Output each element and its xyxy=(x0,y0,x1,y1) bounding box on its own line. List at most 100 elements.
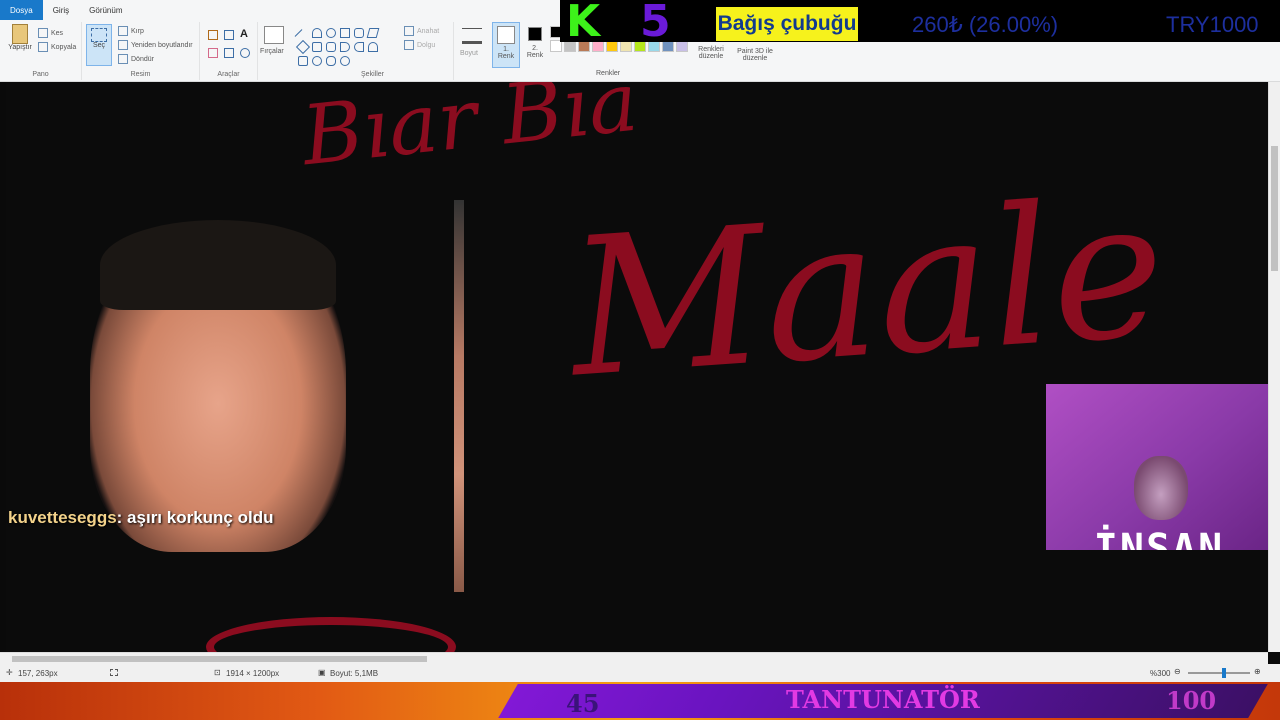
color2-number: 2. xyxy=(532,45,538,52)
pentagon-shape-icon[interactable] xyxy=(312,42,322,52)
arrow-right-shape-icon[interactable] xyxy=(340,42,350,52)
face-hair xyxy=(100,220,336,310)
webcam-label: İNSAN xyxy=(1093,526,1225,550)
heart-shape-icon[interactable] xyxy=(340,56,350,66)
edit-colors-label: Renkleri düzenle xyxy=(698,46,724,60)
drawing-canvas[interactable]: Bıar Bıa Maale xyxy=(6,82,1268,652)
webcam-overlay: İNSAN xyxy=(1046,384,1272,550)
star-shape-icon[interactable] xyxy=(298,56,308,66)
size-label: Boyut xyxy=(460,50,478,57)
hexagon-shape-icon[interactable] xyxy=(326,42,336,52)
zoom-slider-thumb[interactable] xyxy=(1222,668,1226,678)
copy-label: Kopyala xyxy=(51,43,77,51)
rounded-rect-shape-icon[interactable] xyxy=(354,28,364,38)
zoom-slider[interactable] xyxy=(1188,668,1250,678)
goal-target: 100 xyxy=(1166,686,1217,715)
scissors-icon xyxy=(38,28,48,38)
five-logo: 5 xyxy=(640,0,671,47)
copy-button[interactable]: Kopyala xyxy=(38,42,76,52)
size-button[interactable]: Boyut xyxy=(456,22,488,80)
colors-group-label: Renkler xyxy=(596,70,621,77)
partial-face-strip xyxy=(454,200,464,592)
tab-home[interactable]: Giriş xyxy=(43,0,79,20)
file-size: Boyut: 5,1MB xyxy=(330,669,379,678)
crop-button[interactable]: Kırp xyxy=(118,26,144,36)
callout-rect-shape-icon[interactable] xyxy=(326,56,336,66)
zoom-out-icon[interactable]: ⊖ xyxy=(1174,667,1181,676)
cut-label: Kes xyxy=(51,29,64,37)
select-label: Seç xyxy=(92,42,106,49)
polygon-shape-icon[interactable] xyxy=(366,28,380,38)
vertical-scroll-thumb[interactable] xyxy=(1271,146,1278,271)
diamond-shape-icon[interactable] xyxy=(295,39,311,55)
horizontal-scrollbar[interactable] xyxy=(0,652,1268,664)
resize-icon xyxy=(118,40,128,50)
outline-icon xyxy=(404,26,414,36)
shapes-group-label: Şekiller xyxy=(361,71,384,78)
cut-button[interactable]: Kes xyxy=(38,28,63,38)
brush-icon xyxy=(264,26,284,44)
fill-icon[interactable] xyxy=(224,30,234,40)
rotate-button[interactable]: Döndür xyxy=(118,54,154,64)
tab-file[interactable]: Dosya xyxy=(0,0,43,20)
curve-shape-icon[interactable] xyxy=(312,28,322,38)
stream-bottom-bar: 45 TANTUNATÖR 100 xyxy=(0,682,1280,720)
vertical-scrollbar[interactable] xyxy=(1268,82,1280,652)
status-bar: ✛ 157, 263px ⊡ 1914 × 1200px ▣ Boyut: 5,… xyxy=(0,664,1280,682)
callout-oval-shape-icon[interactable] xyxy=(312,56,322,66)
image-group-label: Resim xyxy=(130,71,151,78)
color1-swatch xyxy=(497,26,515,44)
fill-button[interactable]: Dolgu xyxy=(404,40,435,50)
clipboard-group-label: Pano xyxy=(32,71,49,78)
donation-bar-button[interactable]: Bağış çubuğu xyxy=(716,7,858,41)
select-icon xyxy=(91,28,107,42)
paste-button[interactable]: Yapıştır xyxy=(6,24,34,51)
resize-label: Yeniden boyutlandır xyxy=(131,41,193,49)
line-shape-icon[interactable] xyxy=(294,29,303,37)
tab-view[interactable]: Görünüm xyxy=(79,0,132,20)
zoom-in-icon[interactable]: ⊕ xyxy=(1254,667,1261,676)
select-button[interactable]: Seç xyxy=(86,24,112,66)
brushes-button[interactable]: Fırçalar xyxy=(258,22,290,80)
color2-button[interactable]: 2. Renk xyxy=(522,22,548,68)
color-picker-icon[interactable] xyxy=(224,48,234,58)
streamer-face xyxy=(1134,456,1188,520)
text-tool-icon[interactable]: A xyxy=(240,28,248,40)
image-dimensions: 1914 × 1200px xyxy=(226,669,280,678)
color1-label: Renk xyxy=(497,53,515,60)
resize-button[interactable]: Yeniden boyutlandır xyxy=(118,40,193,50)
chat-username: kuvetteseggs xyxy=(8,508,117,527)
group-clipboard: Yapıştır Kes Kopyala Pano xyxy=(0,22,82,80)
color2-swatch xyxy=(528,27,542,41)
paint3d-button[interactable]: Paint 3D ile düzenle xyxy=(732,48,778,62)
rotate-icon xyxy=(118,54,128,64)
magnifier-icon[interactable] xyxy=(240,48,250,58)
clipboard-icon xyxy=(12,24,28,44)
goal-current: 45 xyxy=(566,689,600,718)
cursor-position: 157, 263px xyxy=(18,669,58,678)
zoom-level: %300 xyxy=(1150,669,1171,678)
arrow-left-shape-icon[interactable] xyxy=(354,42,364,52)
outline-button[interactable]: Anahat xyxy=(404,26,439,36)
color1-button[interactable]: 1. Renk xyxy=(492,22,520,68)
chat-text: : aşırı korkunç oldu xyxy=(116,508,274,527)
pencil-icon[interactable] xyxy=(208,30,218,40)
group-tools: A Araçlar xyxy=(200,22,258,80)
copy-icon xyxy=(38,42,48,52)
rectangle-shape-icon[interactable] xyxy=(340,28,350,38)
brushes-label: Fırçalar xyxy=(260,48,284,55)
image-dimensions-icon: ⊡ xyxy=(214,668,221,677)
handwritten-text-1: Bıar Bıa xyxy=(297,82,643,185)
fill-bucket-icon xyxy=(404,40,414,50)
edit-colors-button[interactable]: Renkleri düzenle xyxy=(694,46,728,60)
arrow-up-shape-icon[interactable] xyxy=(368,42,378,52)
fill-label: Dolgu xyxy=(417,41,436,49)
stream-top-bar: K 5 Bağış çubuğu 260₺ (26.00%) TRY1000 xyxy=(560,0,1280,47)
horizontal-scroll-thumb[interactable] xyxy=(12,656,427,662)
k-logo: K xyxy=(566,0,601,47)
eraser-icon[interactable] xyxy=(208,48,218,58)
cursor-position-icon: ✛ xyxy=(6,668,13,677)
color2-label: Renk xyxy=(526,52,544,59)
paste-label: Yapıştır xyxy=(8,44,32,51)
oval-shape-icon[interactable] xyxy=(326,28,336,38)
